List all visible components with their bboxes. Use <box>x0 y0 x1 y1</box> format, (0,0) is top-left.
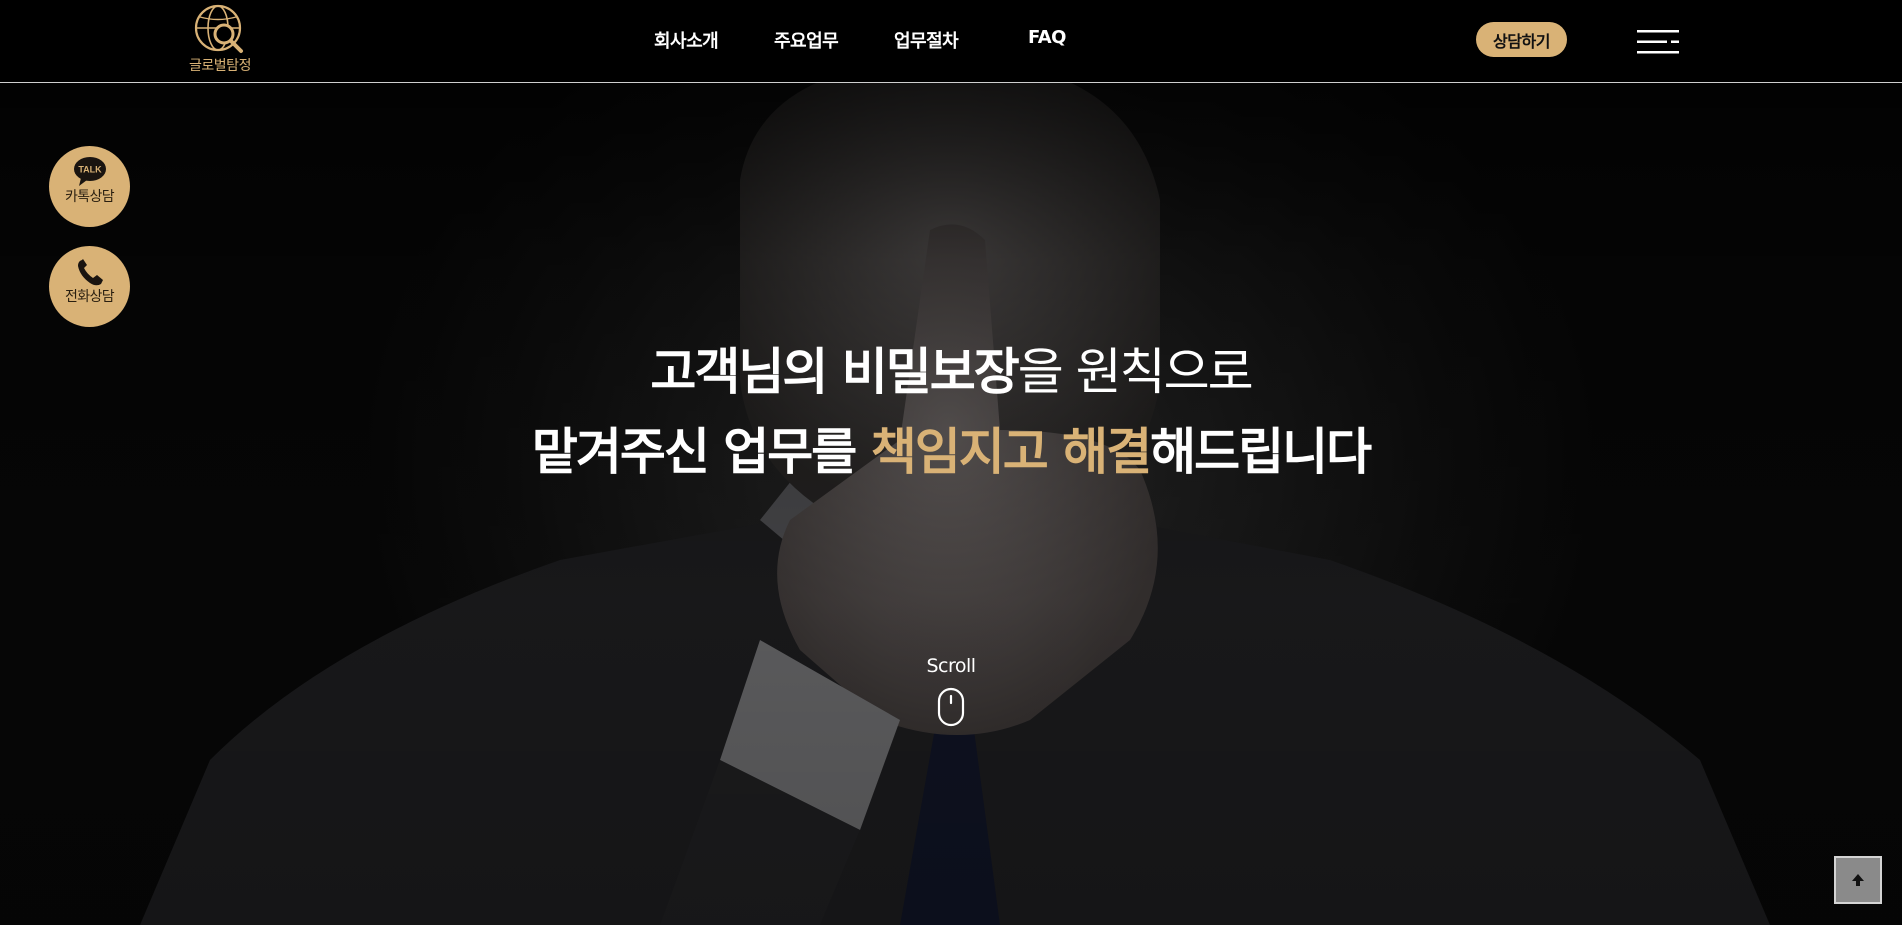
consult-button[interactable]: 상담하기 <box>1476 22 1567 57</box>
headline-line-1: 고객님의 비밀보장을 원칙으로 <box>0 332 1902 412</box>
logo-text: 글로벌탐정 <box>189 58 251 74</box>
headline-line-1-strong: 고객님의 비밀보장 <box>650 343 1019 401</box>
globe-magnifier-icon <box>194 4 243 53</box>
scroll-label: Scroll <box>926 655 976 677</box>
hamburger-menu-icon[interactable] <box>1637 30 1679 54</box>
kakao-consult-label: 카톡상담 <box>64 189 115 205</box>
kakao-badge-text: TALK <box>78 165 102 175</box>
back-to-top-button[interactable] <box>1834 856 1882 904</box>
headline-line-1-rest: 을 원칙으로 <box>1017 343 1254 401</box>
headline-highlight: 책임지고 해결 <box>870 423 1152 481</box>
nav-item-company[interactable]: 회사소개 <box>654 27 719 53</box>
headline-line-2-end: 해드립니다 <box>1150 423 1372 481</box>
mouse-icon <box>937 687 965 727</box>
site-logo[interactable]: 글로벌탐정 <box>182 4 258 76</box>
headline-line-2: 맡겨주신 업무를 책임지고 해결해드립니다 <box>0 412 1902 492</box>
site-header: 글로벌탐정 회사소개 주요업무 업무절차 FAQ 상담하기 <box>0 0 1902 83</box>
phone-icon <box>77 259 103 286</box>
phone-consult-label: 전화상담 <box>64 289 115 305</box>
phone-consult-button[interactable]: 전화상담 <box>49 246 130 327</box>
scroll-indicator[interactable]: Scroll <box>901 655 1001 727</box>
kakao-talk-icon: TALK <box>73 157 106 186</box>
kakao-consult-button[interactable]: TALK 카톡상담 <box>49 146 130 227</box>
hero-headline: 고객님의 비밀보장을 원칙으로 맡겨주신 업무를 책임지고 해결해드립니다 <box>0 332 1902 492</box>
headline-line-2-start: 맡겨주신 업무를 <box>531 423 871 481</box>
nav-item-faq[interactable]: FAQ <box>1028 27 1066 48</box>
nav-item-services[interactable]: 주요업무 <box>774 27 839 53</box>
nav-item-process[interactable]: 업무절차 <box>894 27 959 53</box>
arrow-up-icon <box>1852 874 1864 886</box>
